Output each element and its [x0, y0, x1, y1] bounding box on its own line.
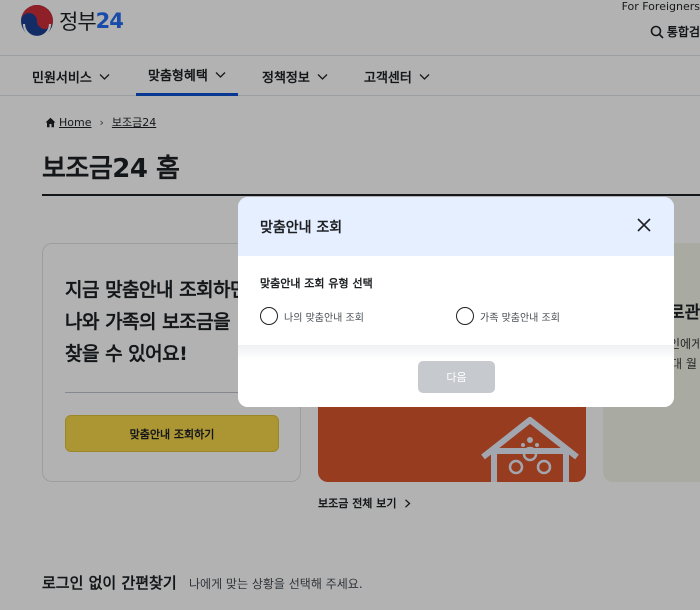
radio-family-inquiry[interactable]: 가족 맞춤안내 조회 [456, 307, 560, 325]
modal-header: 맞춤안내 조회 [238, 197, 674, 256]
radio-label: 가족 맞춤안내 조회 [480, 312, 560, 324]
radio-button[interactable] [456, 307, 474, 325]
next-button[interactable]: 다음 [418, 361, 495, 393]
radio-button[interactable] [260, 307, 278, 325]
inquiry-type-label: 맞춤안내 조회 유형 선택 [260, 277, 373, 290]
close-icon[interactable] [634, 215, 654, 235]
modal-title: 맞춤안내 조회 [260, 220, 343, 236]
radio-my-inquiry[interactable]: 나의 맞춤안내 조회 [260, 307, 364, 325]
radio-label: 나의 맞춤안내 조회 [284, 312, 364, 324]
custom-guide-inquiry-modal: 맞춤안내 조회 맞춤안내 조회 유형 선택 나의 맞춤안내 조회 가족 맞춤안내… [238, 197, 674, 407]
